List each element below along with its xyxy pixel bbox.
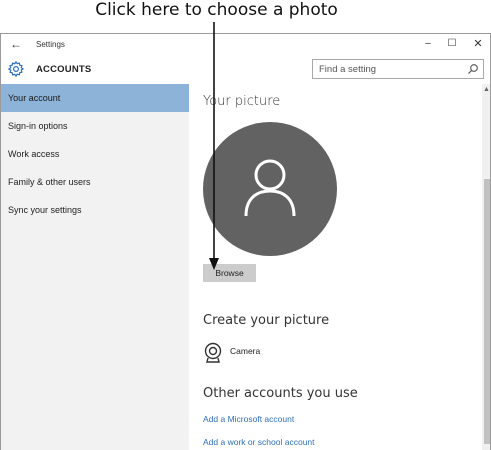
minimize-button[interactable]: – (415, 36, 441, 52)
sidebar-item-your-account[interactable]: Your account (1, 84, 189, 112)
add-work-account-link[interactable]: Add a work or school account (203, 437, 315, 447)
scroll-up-icon[interactable]: ▲ (483, 86, 490, 93)
search-icon[interactable] (467, 63, 479, 75)
maximize-button[interactable]: ☐ (439, 36, 465, 52)
window-title: Settings (36, 40, 65, 49)
user-silhouette-icon (244, 159, 296, 217)
search-input[interactable]: Find a setting (312, 59, 484, 79)
avatar (203, 122, 337, 256)
settings-header: ACCOUNTS Find a setting (1, 56, 490, 84)
scrollbar[interactable]: ▲ (482, 84, 490, 450)
scroll-thumb[interactable] (484, 179, 490, 444)
close-button[interactable]: ✕ (465, 36, 490, 52)
create-picture-heading: Create your picture (203, 313, 330, 328)
camera-label: Camera (230, 346, 261, 356)
title-bar: ← Settings – ☐ ✕ (1, 34, 490, 56)
annotation-caption: Click here to choose a photo (95, 0, 338, 20)
main-content: Your picture Browse Create your picture … (189, 84, 482, 450)
back-arrow-icon[interactable]: ← (10, 37, 22, 51)
sidebar-item-work-access[interactable]: Work access (1, 140, 189, 168)
browse-button[interactable]: Browse (203, 264, 256, 282)
your-picture-heading: Your picture (203, 94, 281, 109)
camera-option[interactable]: Camera (203, 342, 323, 364)
settings-window: ← Settings – ☐ ✕ ACCOUNTS Find a setting… (0, 33, 491, 450)
sidebar-item-sign-in-options[interactable]: Sign-in options (1, 112, 189, 140)
gear-icon (7, 60, 25, 78)
sidebar-item-sync-settings[interactable]: Sync your settings (1, 196, 189, 224)
sidebar: Your account Sign-in options Work access… (1, 84, 189, 450)
section-title: ACCOUNTS (36, 64, 92, 75)
add-microsoft-account-link[interactable]: Add a Microsoft account (203, 414, 294, 424)
other-accounts-heading: Other accounts you use (203, 386, 358, 401)
sidebar-item-family-other-users[interactable]: Family & other users (1, 168, 189, 196)
search-placeholder: Find a setting (319, 64, 377, 75)
camera-icon (204, 342, 222, 363)
